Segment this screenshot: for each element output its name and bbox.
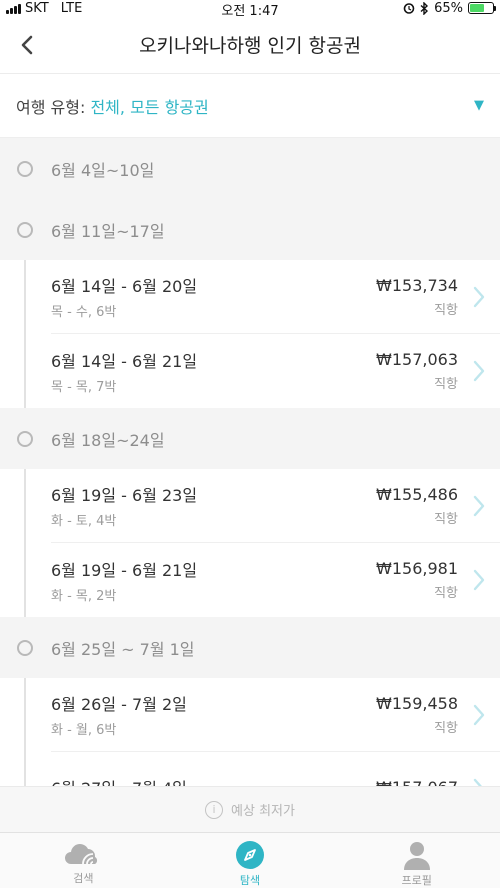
person-icon bbox=[403, 842, 430, 870]
flight-days: 화 - 월, 6박 bbox=[51, 723, 117, 738]
alarm-icon bbox=[403, 3, 415, 14]
price-info-bar[interactable]: i 예상 최저가 bbox=[0, 786, 500, 832]
flight-type: 직항 bbox=[434, 511, 458, 527]
timeline-dot bbox=[17, 160, 33, 177]
flight-group: 6월 26일 - 7월 2일화 - 월, 6박 ₩159,458 직항 6월 27일 … bbox=[0, 678, 500, 786]
dropdown-arrow-icon: ▼ bbox=[474, 98, 484, 113]
filter-value: 전체, 모든 항공권 bbox=[90, 97, 209, 117]
flight-price: ₩157,067 bbox=[376, 778, 458, 787]
network-label: LTE bbox=[60, 0, 83, 16]
tab-profile[interactable]: 프로필 bbox=[333, 833, 500, 888]
compass-icon bbox=[236, 841, 264, 869]
flight-dates: 6월 19일 - 6월 21일 bbox=[51, 560, 198, 580]
flight-days: 화 - 토, 4박 bbox=[51, 514, 117, 529]
nav-bar: 오키나와나하행 인기 항공권 bbox=[0, 16, 500, 74]
chevron-right-icon bbox=[473, 286, 485, 307]
week-header: 6월 4일~10일 bbox=[0, 138, 500, 199]
week-label: 6월 18일~24일 bbox=[51, 430, 165, 450]
flight-row[interactable]: 6월 19일 - 6월 23일화 - 토, 4박 ₩155,486 직항 bbox=[51, 469, 500, 543]
flight-row[interactable]: 6월 19일 - 6월 21일화 - 목, 2박 ₩156,981 직항 bbox=[51, 543, 500, 617]
trip-type-filter[interactable]: 여행 유형: 전체, 모든 항공권 ▼ bbox=[0, 74, 500, 138]
tab-explore[interactable]: 탐색 bbox=[167, 833, 334, 888]
week-header: 6월 25일 ~ 7월 1일 bbox=[0, 617, 500, 678]
flight-dates: 6월 26일 - 7월 2일 bbox=[51, 695, 187, 714]
week-label: 6월 4일~10일 bbox=[51, 160, 155, 180]
timeline-dot bbox=[17, 430, 33, 447]
back-button[interactable] bbox=[12, 28, 42, 62]
flight-days: 화 - 목, 2박 bbox=[51, 588, 117, 604]
tab-profile-label: 프로필 bbox=[401, 874, 432, 887]
chevron-left-icon bbox=[21, 35, 33, 55]
flight-group: 6월 19일 - 6월 23일 화 - 토, 4박 ₩155,486 직항 6월 19일… bbox=[0, 469, 500, 617]
flight-dates: 6월 14일 - 6월 20일 bbox=[51, 277, 198, 296]
battery-percent: 65% bbox=[434, 0, 463, 16]
bluetooth-icon bbox=[420, 1, 429, 15]
status-bar: SKT LTE 오전 1:47 65% bbox=[0, 0, 500, 19]
flight-price: ₩156,981 bbox=[376, 559, 458, 578]
flight-row[interactable]: 6월 27일 - 7월 4일₩157,067 bbox=[51, 752, 500, 786]
carrier-label: SKT bbox=[25, 0, 49, 16]
info-icon: i bbox=[205, 800, 224, 819]
chevron-right-icon bbox=[473, 569, 485, 591]
signal-icon bbox=[6, 3, 21, 14]
flight-days: 목 - 수, 6박 bbox=[51, 305, 117, 320]
tab-search[interactable]: 검색 bbox=[0, 833, 167, 888]
flight-row[interactable]: 6월 14일 - 6월 21일목 - 목, 7박 ₩157,063 직항 bbox=[51, 334, 500, 408]
flight-group: 6월 14일 - 6월 20일 목 - 수, 6박 ₩153,734 직항 6월 14일… bbox=[0, 260, 500, 408]
chevron-right-icon bbox=[473, 778, 482, 786]
flight-list: 6월 4일~10일 6월 11일~17일 6월 14일 - 6월 20일목 - 수,… bbox=[0, 138, 500, 786]
chevron-right-icon bbox=[473, 495, 485, 516]
week-header: 6월 18일~24일 bbox=[0, 408, 500, 469]
cloud-icon bbox=[65, 844, 98, 865]
flight-type: 직항 bbox=[434, 586, 458, 601]
chevron-right-icon bbox=[473, 360, 485, 382]
flight-price: ₩157,063 bbox=[376, 350, 458, 369]
tab-search-label: 검색 bbox=[73, 872, 94, 885]
flight-price: ₩155,486 bbox=[376, 484, 458, 504]
flight-dates: 6월 19일 - 6월 23일 bbox=[51, 486, 198, 505]
flight-row[interactable]: 6월 26일 - 7월 2일화 - 월, 6박 ₩159,458 직항 bbox=[51, 678, 500, 752]
flight-type: 직항 bbox=[434, 302, 458, 318]
flight-dates: 6월 27일 - 7월 4일 bbox=[51, 775, 376, 786]
week-label: 6월 25일 ~ 7월 1일 bbox=[51, 639, 195, 659]
info-text: 예상 최저가 bbox=[231, 804, 295, 819]
flight-type: 직항 bbox=[434, 720, 458, 736]
timeline-dot bbox=[17, 639, 33, 656]
flight-dates: 6월 14일 - 6월 21일 bbox=[51, 351, 198, 371]
tab-explore-label: 탐색 bbox=[239, 874, 261, 887]
filter-label: 여행 유형: bbox=[16, 97, 91, 117]
flight-price: ₩159,458 bbox=[376, 693, 458, 713]
flight-row[interactable]: 6월 14일 - 6월 20일목 - 수, 6박 ₩153,734 직항 bbox=[51, 260, 500, 334]
tab-bar: 검색 탐색 프로필 bbox=[0, 832, 500, 888]
timeline-dot bbox=[17, 221, 33, 238]
flight-type: 직항 bbox=[434, 377, 458, 392]
chevron-right-icon bbox=[473, 704, 485, 725]
battery-icon bbox=[468, 2, 496, 14]
flight-days: 목 - 목, 7박 bbox=[51, 379, 117, 395]
week-label: 6월 11일~17일 bbox=[51, 221, 165, 241]
week-header: 6월 11일~17일 bbox=[0, 199, 500, 260]
flight-price: ₩153,734 bbox=[376, 275, 458, 295]
page-title: 오키나와나하행 인기 항공권 bbox=[139, 35, 361, 57]
